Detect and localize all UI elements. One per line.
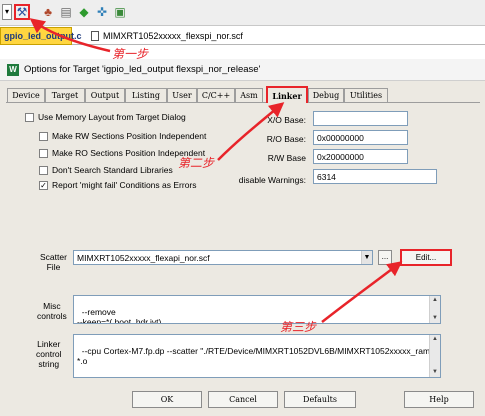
tab-divider (6, 102, 480, 103)
rw-base-label: R/W Base (267, 153, 306, 163)
chevron-down-icon[interactable]: ▼ (361, 251, 372, 264)
scatter-label-line1: Scatter (40, 252, 67, 262)
file-tab-bar: gpio_led_output.c MIMXRT1052xxxxx_flexsp… (0, 27, 485, 45)
tab-c-cpp[interactable]: C/C++ (197, 88, 235, 102)
tab-user[interactable]: User (167, 88, 197, 102)
defaults-button[interactable]: Defaults (284, 391, 356, 408)
tab-linker[interactable]: Linker (266, 86, 308, 103)
xo-base-input[interactable] (313, 111, 408, 126)
scatter-label-line2: File (46, 262, 61, 272)
scroll-up-icon[interactable]: ▲ (430, 335, 440, 344)
manage-components-icon[interactable]: ♣ (40, 4, 56, 20)
browse-scatter-button[interactable]: ... (378, 250, 392, 265)
dropdown-arrow-icon[interactable]: ▾ (2, 4, 12, 20)
disable-warnings-input[interactable]: 6314 (313, 169, 437, 184)
file-tab-scatter-file[interactable]: MIMXRT1052xxxxx_flexspi_nor.scf (88, 27, 246, 45)
report-might-fail-label: Report 'might fail' Conditions as Errors (52, 180, 197, 190)
linker-control-string-label: Linker control string (36, 339, 62, 369)
dont-search-std-libs-label: Don't Search Standard Libraries (52, 165, 173, 175)
report-might-fail-checkbox[interactable]: ✓ (39, 181, 48, 190)
linker-control-string-textarea: --cpu Cortex-M7.fp.dp --scatter "./RTE/D… (73, 334, 441, 378)
file-tab-label: gpio_led_output.c (4, 31, 82, 41)
linker-scrollbar[interactable]: ▲ ▼ (429, 335, 440, 377)
dialog-title: Options for Target 'igpio_led_output fle… (24, 64, 261, 75)
ro-base-label: R/O Base: (266, 134, 306, 144)
tab-device[interactable]: Device (7, 88, 45, 102)
rw-position-independent-checkbox[interactable] (39, 132, 48, 141)
linker-control-string-value: --cpu Cortex-M7.fp.dp --scatter "./RTE/D… (77, 346, 441, 366)
file-tab-label: MIMXRT1052xxxxx_flexspi_nor.scf (103, 31, 243, 41)
rw-base-input[interactable]: 0x20000000 (313, 149, 408, 164)
step2-annotation: 第二步 (178, 156, 215, 170)
toolbar: ▾ ⚒ ♣ ▤ ◆ ✜ ▣ (0, 0, 485, 26)
ro-base-input[interactable]: 0x00000000 (313, 130, 408, 145)
linker-label-line3: string (38, 359, 60, 369)
misc-controls-value: --remove --keep=*(.boot_hdr.ivt) (77, 307, 162, 324)
file-extensions-icon[interactable]: ▤ (58, 4, 74, 20)
edit-scatter-button[interactable]: Edit... (400, 249, 452, 266)
tab-utilities[interactable]: Utilities (344, 88, 388, 102)
cancel-button[interactable]: Cancel (208, 391, 278, 408)
xo-base-label: X/O Base: (267, 115, 306, 125)
misc-label-line2: controls (37, 311, 67, 321)
scroll-down-icon[interactable]: ▼ (430, 314, 440, 323)
scroll-up-icon[interactable]: ▲ (430, 296, 440, 305)
rw-position-independent-label: Make RW Sections Position Independent (52, 131, 207, 141)
scatter-file-label: Scatter File (40, 252, 67, 272)
ro-position-independent-checkbox[interactable] (39, 149, 48, 158)
scroll-down-icon[interactable]: ▼ (430, 368, 440, 377)
misc-controls-label: Misc controls (37, 301, 67, 321)
keil-logo-icon: W (7, 63, 19, 76)
pack-installer-icon[interactable]: ◆ (76, 4, 92, 20)
tab-debug[interactable]: Debug (308, 88, 344, 102)
use-memory-layout-checkbox[interactable] (25, 113, 34, 122)
tab-output[interactable]: Output (85, 88, 125, 102)
file-tab-gpio-led-output[interactable]: gpio_led_output.c (0, 27, 82, 45)
scatter-file-value: MIMXRT1052xxxxx_flexapi_nor.scf (77, 253, 210, 263)
misc-label-line1: Misc (43, 301, 61, 311)
scatter-file-select[interactable]: MIMXRT1052xxxxx_flexapi_nor.scf ▼ (73, 250, 373, 265)
checkmark-icon: ✓ (40, 181, 47, 190)
manage-run-time-icon[interactable]: ▣ (112, 4, 128, 20)
tab-target[interactable]: Target (45, 88, 85, 102)
options-for-target-icon[interactable]: ⚒ (14, 4, 30, 20)
linker-label-line1: Linker (37, 339, 61, 349)
misc-scrollbar[interactable]: ▲ ▼ (429, 296, 440, 323)
select-packs-icon[interactable]: ✜ (94, 4, 110, 20)
linker-label-line2: control (36, 349, 62, 359)
step1-annotation: 第一步 (112, 47, 149, 61)
misc-controls-textarea[interactable]: --remove --keep=*(.boot_hdr.ivt) ▲ ▼ (73, 295, 441, 324)
disable-warnings-label: disable Warnings: (238, 175, 306, 185)
help-button[interactable]: Help (404, 391, 474, 408)
use-memory-layout-label: Use Memory Layout from Target Dialog (38, 112, 186, 122)
step3-annotation: 第三步 (280, 320, 317, 334)
dialog-title-bar: W Options for Target 'igpio_led_output f… (0, 59, 485, 81)
tab-listing[interactable]: Listing (125, 88, 167, 102)
dont-search-std-libs-checkbox[interactable] (39, 166, 48, 175)
ok-button[interactable]: OK (132, 391, 202, 408)
tab-asm[interactable]: Asm (235, 88, 263, 102)
document-icon (91, 31, 99, 41)
